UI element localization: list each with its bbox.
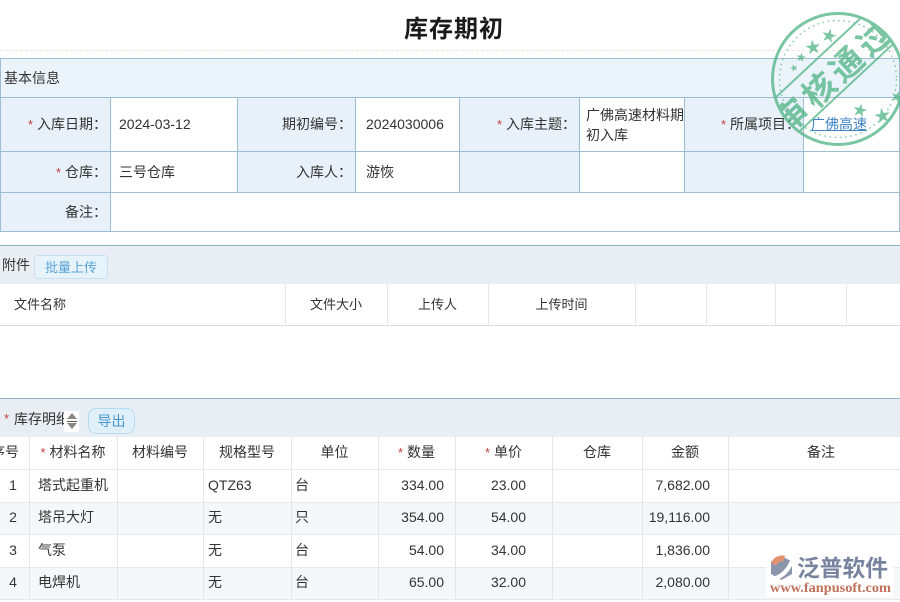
svg-text:泛普软件: 泛普软件 — [797, 555, 888, 581]
svg-text:www.fanpusoft.com: www.fanpusoft.com — [770, 581, 891, 596]
